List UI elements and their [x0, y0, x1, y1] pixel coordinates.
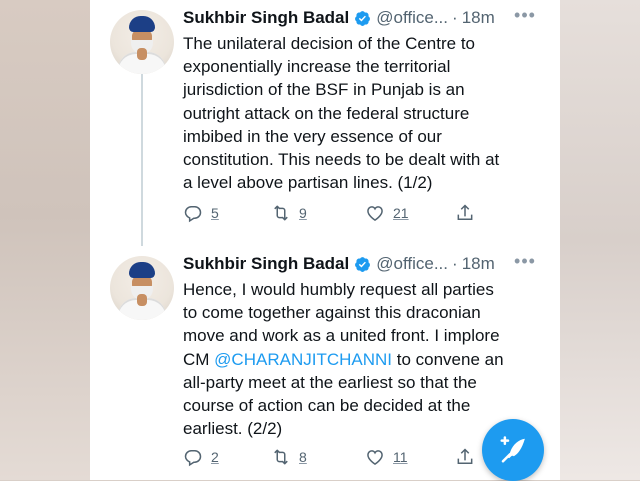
mention-link[interactable]: @CHARANJITCHANNI: [214, 350, 392, 369]
tweet-timestamp[interactable]: 18m: [462, 8, 495, 28]
reply-icon: [184, 206, 202, 223]
verified-badge-icon: [355, 10, 371, 26]
tweet-actions: 2 8 11: [183, 446, 483, 468]
author-handle[interactable]: @office...: [376, 254, 448, 274]
like-button[interactable]: 21: [365, 202, 409, 224]
background-right: [560, 0, 640, 480]
compose-tweet-button[interactable]: [482, 419, 544, 481]
heart-icon: [367, 206, 383, 221]
author-handle[interactable]: @office...: [376, 8, 448, 28]
retweet-icon: [274, 205, 288, 221]
more-options-icon[interactable]: •••: [513, 252, 537, 272]
tweet-header: Sukhbir Singh Badal @office... · 18m: [183, 6, 495, 30]
author-name[interactable]: Sukhbir Singh Badal: [183, 8, 349, 28]
tweet-timestamp[interactable]: 18m: [462, 254, 495, 274]
reply-button[interactable]: 2: [183, 446, 219, 468]
reply-count: 5: [211, 205, 219, 221]
heart-icon: [367, 450, 383, 465]
share-button[interactable]: [455, 202, 475, 224]
compose-tweet-icon: [500, 436, 525, 463]
retweet-count: 8: [299, 449, 307, 465]
header-separator: ·: [452, 254, 458, 273]
like-button[interactable]: 11: [365, 446, 408, 468]
tweet-text: The unilateral decision of the Centre to…: [183, 34, 500, 193]
background-left: [0, 0, 90, 480]
tweet-thread: Sukhbir Singh Badal @office... · 18m •••…: [90, 0, 560, 480]
reply-icon: [184, 450, 202, 467]
like-count: 21: [393, 205, 409, 221]
tweet-header: Sukhbir Singh Badal @office... · 18m: [183, 252, 495, 276]
share-icon: [457, 204, 473, 220]
author-name[interactable]: Sukhbir Singh Badal: [183, 254, 349, 274]
avatar[interactable]: [110, 10, 174, 74]
tweet-actions: 5 9 21: [183, 202, 483, 224]
verified-badge-icon: [355, 256, 371, 272]
tweet-text: Hence, I would humbly request all partie…: [183, 278, 543, 440]
share-button[interactable]: [455, 446, 475, 468]
more-options-icon[interactable]: •••: [513, 6, 537, 26]
thread-connector-line: [141, 74, 143, 246]
retweet-button[interactable]: 8: [271, 446, 307, 468]
reply-count: 2: [211, 449, 219, 465]
header-separator: ·: [452, 8, 458, 27]
reply-button[interactable]: 5: [183, 202, 219, 224]
like-count: 11: [393, 449, 408, 465]
retweet-button[interactable]: 9: [271, 202, 307, 224]
avatar[interactable]: [110, 256, 174, 320]
retweet-count: 9: [299, 205, 307, 221]
retweet-icon: [274, 449, 288, 465]
share-icon: [457, 448, 473, 464]
